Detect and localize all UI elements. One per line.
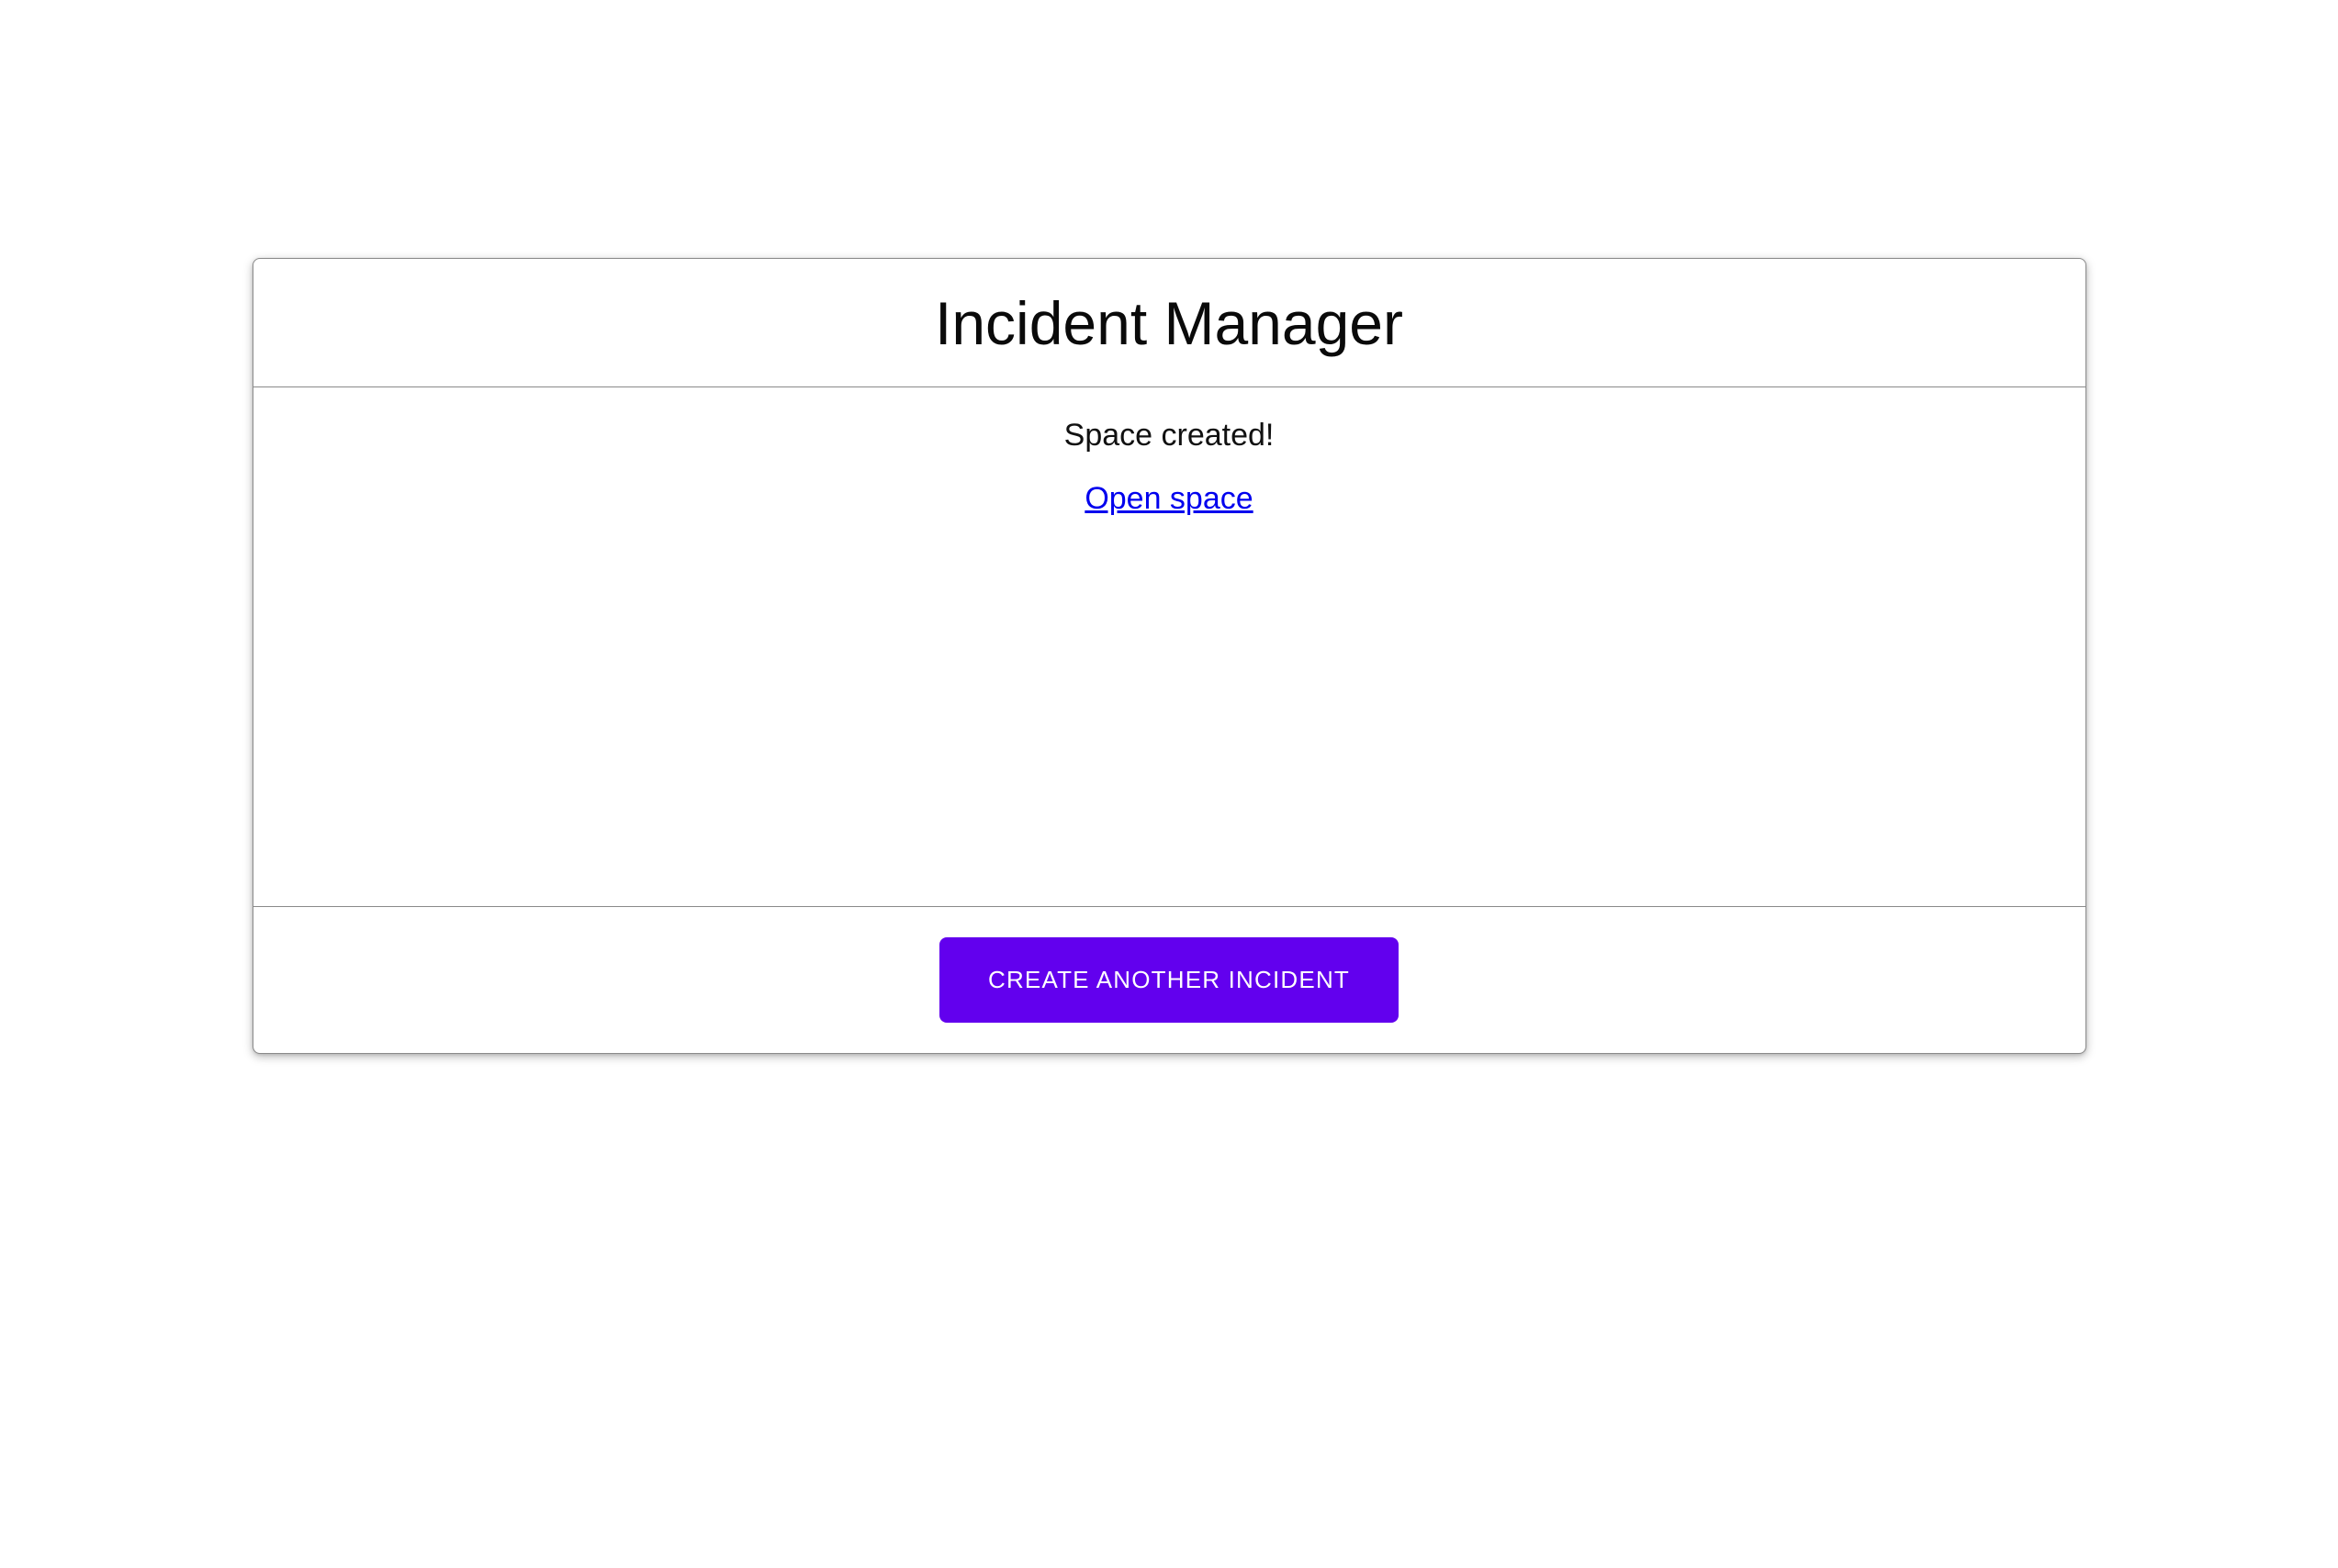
open-space-link-row: Open space <box>253 480 2085 518</box>
open-space-link[interactable]: Open space <box>1085 481 1253 516</box>
card-header: Incident Manager <box>253 259 2085 386</box>
page-title: Incident Manager <box>935 288 1403 357</box>
create-another-incident-button[interactable]: CREATE ANOTHER INCIDENT <box>939 937 1399 1023</box>
card-footer: CREATE ANOTHER INCIDENT <box>253 907 2085 1053</box>
card-content: Space created! Open space <box>253 387 2085 906</box>
incident-manager-card: Incident Manager Space created! Open spa… <box>252 258 2086 1054</box>
status-message: Space created! <box>1063 418 1275 453</box>
